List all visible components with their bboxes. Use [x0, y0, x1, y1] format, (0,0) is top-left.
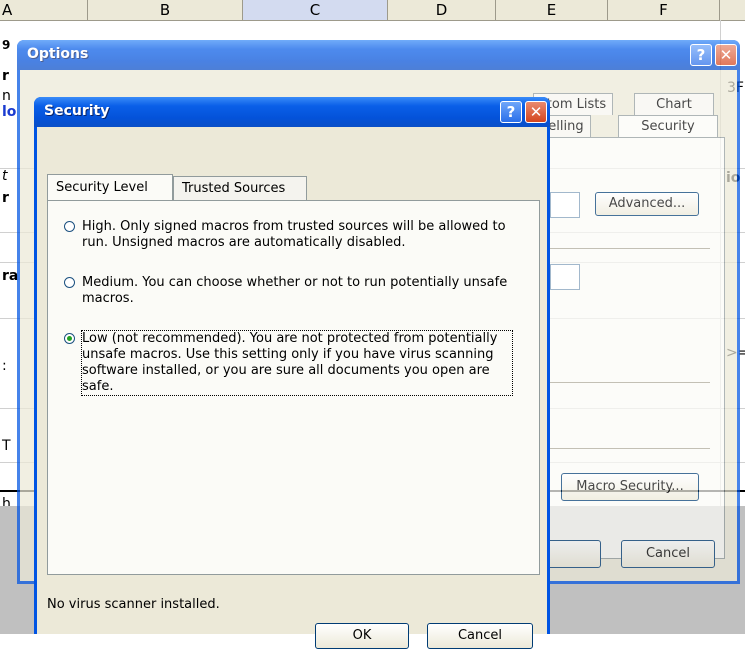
- cell-fragment: :: [2, 358, 7, 374]
- column-header-c[interactable]: C: [243, 0, 388, 20]
- cancel-button[interactable]: Cancel: [427, 623, 533, 649]
- cell-fragment: 9: [2, 38, 11, 52]
- options-cancel-button[interactable]: Cancel: [621, 540, 715, 568]
- column-header-a[interactable]: A: [0, 0, 88, 20]
- close-icon[interactable]: ✕: [715, 44, 737, 66]
- column-header-e[interactable]: E: [496, 0, 608, 20]
- radio-medium-label: Medium. You can choose whether or not to…: [82, 275, 508, 306]
- virus-scanner-status: No virus scanner installed.: [47, 597, 220, 612]
- options-title-bar[interactable]: Options ? ✕: [17, 40, 740, 70]
- cell-fragment: T: [2, 438, 11, 454]
- radio-high[interactable]: High. Only signed macros from trusted so…: [64, 219, 534, 255]
- column-header-row: A B C D E F: [0, 0, 745, 21]
- cell-fragment: r: [2, 190, 9, 206]
- tab-security-level[interactable]: Security Level: [47, 174, 173, 200]
- radio-button[interactable]: [64, 277, 75, 288]
- column-header-f[interactable]: F: [608, 0, 720, 20]
- radio-button[interactable]: [64, 221, 75, 232]
- help-icon[interactable]: ?: [690, 44, 712, 66]
- cell-fragment: n: [2, 88, 11, 104]
- separator: [550, 248, 710, 249]
- cell-fragment: ra: [2, 268, 19, 284]
- options-input[interactable]: [550, 264, 580, 290]
- help-icon[interactable]: ?: [500, 101, 522, 123]
- tab-chart[interactable]: Chart: [634, 93, 714, 115]
- close-icon[interactable]: ✕: [525, 101, 547, 123]
- advanced-button[interactable]: Advanced...: [595, 192, 699, 216]
- tab-security[interactable]: Security: [618, 115, 718, 137]
- column-header-b[interactable]: B: [88, 0, 243, 20]
- separator: [550, 448, 710, 449]
- tab-trusted-sources[interactable]: Trusted Sources: [173, 176, 307, 200]
- macro-security-button[interactable]: Macro Security...: [561, 473, 699, 501]
- column-header-d[interactable]: D: [388, 0, 496, 20]
- cell-fragment: lo: [2, 104, 17, 120]
- security-dialog: Security ? ✕ Security Level Trusted Sour…: [34, 97, 550, 649]
- ok-button[interactable]: OK: [315, 623, 409, 649]
- security-title-bar[interactable]: Security ? ✕: [34, 97, 550, 127]
- options-input[interactable]: [550, 192, 580, 218]
- radio-button[interactable]: [64, 333, 75, 344]
- options-title: Options: [27, 46, 89, 62]
- separator: [550, 382, 710, 383]
- radio-low-label: Low (not recommended). You are not prote…: [81, 330, 513, 396]
- cell-fragment: r: [2, 68, 9, 84]
- radio-medium[interactable]: Medium. You can choose whether or not to…: [64, 275, 534, 311]
- security-body: Security Level Trusted Sources High. Onl…: [37, 127, 547, 649]
- security-title: Security: [44, 103, 110, 119]
- cell-fragment: t: [2, 168, 8, 184]
- radio-low[interactable]: Low (not recommended). You are not prote…: [64, 330, 534, 411]
- security-level-panel: High. Only signed macros from trusted so…: [47, 200, 540, 575]
- radio-high-label: High. Only signed macros from trusted so…: [82, 219, 506, 250]
